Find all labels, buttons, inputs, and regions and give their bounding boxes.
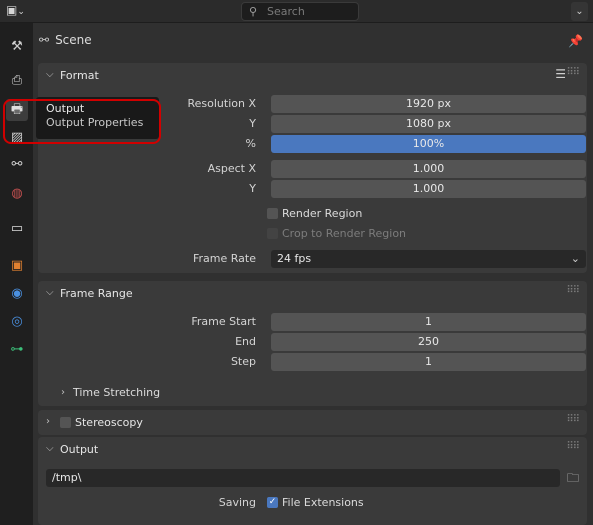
object-icon[interactable]: ▣ <box>6 255 28 277</box>
stereoscopy-panel-header[interactable]: › Stereoscopy ⠿⠿ <box>38 410 587 435</box>
output-panel-header[interactable]: ⌵ Output ⠿⠿ <box>38 437 587 462</box>
frame-step-label: Step <box>230 355 256 368</box>
panel-title: Output <box>60 443 99 456</box>
chevron-down-icon: ⌄ <box>17 7 25 17</box>
stereoscopy-checkbox[interactable] <box>60 417 71 428</box>
frame-range-panel: ⌵ Frame Range ⠿⠿ Frame Start 1 End 250 S… <box>38 281 587 406</box>
search-icon: ⚲ <box>249 5 258 18</box>
frame-rate-label: Frame Rate <box>193 252 256 265</box>
search-input[interactable]: ⚲ Search <box>241 2 359 21</box>
world-icon[interactable]: ◍ <box>6 183 28 205</box>
properties-tab-bar: ⚒ ⎙ 🖶 ▨ ⚯ ◍ ▭ ▣ ◉ ◎ ⊶ <box>0 23 33 525</box>
frame-start-label: Frame Start <box>191 315 256 328</box>
aspect-y-label: Y <box>249 182 256 195</box>
drag-grip-icon[interactable]: ⠿⠿ <box>566 441 580 452</box>
aspect-x-field[interactable]: 1.000 <box>271 160 586 178</box>
context-breadcrumb: ⚯ Scene <box>39 33 92 47</box>
header-collapse-button[interactable]: ⌄ <box>571 2 588 21</box>
presets-icon[interactable]: ☰ <box>555 67 566 81</box>
file-extensions-checkbox[interactable]: ✓ <box>267 497 278 508</box>
aspect-y-field[interactable]: 1.000 <box>271 180 586 198</box>
drag-grip-icon[interactable]: ⠿⠿ <box>566 285 580 296</box>
resolution-y-field[interactable]: 1080 px <box>271 115 586 133</box>
crop-region-label: Crop to Render Region <box>282 227 407 240</box>
render-region-label: Render Region <box>282 207 363 220</box>
render-icon[interactable]: ⎙ <box>6 70 28 92</box>
scene-label: Scene <box>55 33 92 47</box>
panel-title: Stereoscopy <box>75 416 143 429</box>
top-bar: ▣⌄ ⚲ Search ⌄ <box>0 0 593 23</box>
search-placeholder: Search <box>267 5 305 18</box>
frame-rate-dropdown[interactable]: 24 fps ⌄ <box>271 250 586 268</box>
frame-range-panel-header[interactable]: ⌵ Frame Range ⠿⠿ <box>38 281 587 306</box>
frame-step-field[interactable]: 1 <box>271 353 586 371</box>
frame-start-field[interactable]: 1 <box>271 313 586 331</box>
crop-region-checkbox[interactable]: Crop to Render Region <box>267 225 467 243</box>
file-extensions-label: File Extensions <box>282 496 364 509</box>
properties-editor-icon: ▣ <box>6 3 18 17</box>
scene-icon: ⚯ <box>39 33 50 47</box>
output-icon[interactable]: 🖶 <box>6 99 28 121</box>
resolution-percent-field[interactable]: 100% <box>271 135 586 153</box>
modifiers-icon[interactable]: ◉ <box>6 283 28 305</box>
stereoscopy-panel: › Stereoscopy ⠿⠿ <box>38 410 587 435</box>
panel-title: Frame Range <box>60 287 133 300</box>
saving-label: Saving <box>218 496 256 509</box>
chevron-right-icon: › <box>61 387 65 398</box>
scene-icon[interactable]: ⚯ <box>6 154 28 176</box>
format-panel-header[interactable]: ⌵ Format ☰ ⠿⠿ <box>38 63 587 88</box>
chevron-down-icon: ⌵ <box>46 69 54 80</box>
folder-icon[interactable]: 🗀 <box>564 468 582 488</box>
pin-icon[interactable]: 📌 <box>568 34 583 48</box>
editor-type-selector[interactable]: ▣⌄ <box>6 3 40 20</box>
time-stretching-label: Time Stretching <box>73 386 161 399</box>
tool-icon[interactable]: ⚒ <box>6 36 28 58</box>
drag-grip-icon[interactable]: ⠿⠿ <box>566 67 580 78</box>
physics-icon[interactable]: ◎ <box>6 311 28 333</box>
render-region-checkbox[interactable]: Render Region <box>267 205 467 223</box>
aspect-x-label: Aspect X <box>207 162 256 175</box>
chevron-down-icon: ⌵ <box>46 287 54 298</box>
frame-end-label: End <box>235 335 256 348</box>
format-panel: ⌵ Format ☰ ⠿⠿ Resolution X 1920 px Y 108… <box>38 63 587 273</box>
chevron-down-icon: ⌵ <box>46 443 54 454</box>
tooltip-subtitle: Output Properties <box>46 116 144 129</box>
tooltip-title: Output <box>46 102 85 115</box>
checkbox-icon[interactable] <box>267 208 278 219</box>
frame-end-field[interactable]: 250 <box>271 333 586 351</box>
output-panel: ⌵ Output ⠿⠿ /tmp\ 🗀 Saving ✓ File Extens… <box>38 437 587 525</box>
checkbox-icon[interactable] <box>267 228 278 239</box>
panel-title: Format <box>60 69 99 82</box>
object-data-icon[interactable]: ⊶ <box>6 339 28 361</box>
drag-grip-icon[interactable]: ⠿⠿ <box>566 414 580 425</box>
output-path-input[interactable]: /tmp\ <box>46 469 560 487</box>
chevron-down-icon: ⌄ <box>570 252 580 265</box>
frame-rate-value: 24 fps <box>277 252 312 265</box>
output-tooltip: Output Output Properties <box>36 97 159 139</box>
chevron-right-icon: › <box>46 416 50 427</box>
collection-icon[interactable]: ▭ <box>6 218 28 240</box>
resolution-x-field[interactable]: 1920 px <box>271 95 586 113</box>
view-layer-icon[interactable]: ▨ <box>6 127 28 149</box>
time-stretching-subpanel[interactable]: › Time Stretching <box>61 384 261 402</box>
